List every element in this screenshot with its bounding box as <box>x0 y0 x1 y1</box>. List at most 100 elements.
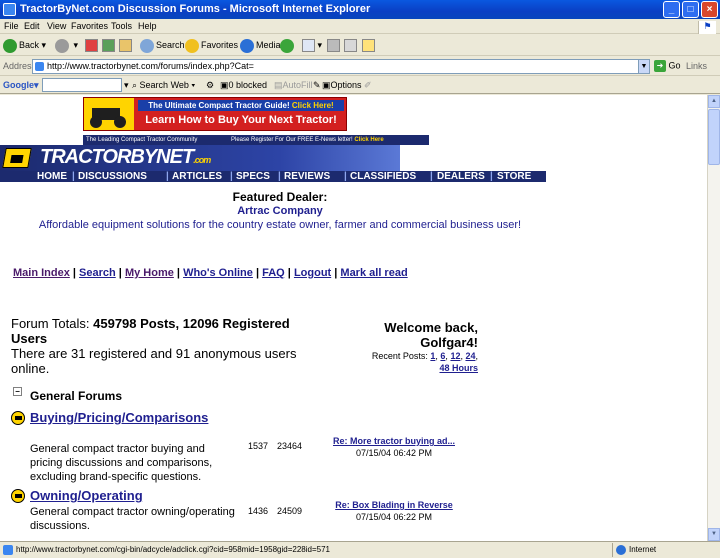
forum-posts-buying: 23464 <box>277 441 303 451</box>
search-button[interactable]: Search <box>140 37 185 53</box>
forum-threads-owning: 1436 <box>248 506 269 516</box>
history-icon <box>280 38 294 53</box>
nav-specs[interactable]: SPECS <box>236 171 270 182</box>
page-icon <box>35 62 44 71</box>
scroll-up-icon[interactable]: ▲ <box>708 95 720 108</box>
refresh-button[interactable] <box>102 37 115 53</box>
faq-link[interactable]: FAQ <box>262 267 285 279</box>
media-icon <box>240 38 254 53</box>
logout-link[interactable]: Logout <box>294 267 331 279</box>
popup-blocked-button[interactable]: ▣0 blocked <box>220 79 267 92</box>
main-index-link[interactable]: Main Index <box>13 267 70 279</box>
options-button[interactable]: ▣Options <box>322 79 362 92</box>
recent-12-link[interactable]: 12 <box>450 351 460 361</box>
edit-button[interactable] <box>344 37 357 53</box>
scroll-down-icon[interactable]: ▼ <box>708 528 720 541</box>
edit-icon <box>344 39 357 53</box>
last-post-link-owning[interactable]: Re: Box Blading in Reverse <box>335 500 453 510</box>
whos-online-link[interactable]: Who's Online <box>183 267 253 279</box>
forum-desc-owning: General compact tractor owning/operating… <box>30 506 235 532</box>
menu-favorites[interactable]: Favorites <box>71 21 108 31</box>
menu-edit[interactable]: Edit <box>24 21 40 31</box>
note-icon <box>362 39 375 53</box>
pencil-icon: ✐ <box>364 80 372 90</box>
mail-button[interactable]: ▾ <box>302 37 322 53</box>
search-web-button[interactable]: ⌕ Search Web ▾ <box>132 79 195 92</box>
recent-48-link[interactable]: 48 Hours <box>439 363 478 373</box>
mark-all-read-link[interactable]: Mark all read <box>340 267 407 279</box>
nav-articles[interactable]: ARTICLES <box>172 171 222 182</box>
forum-threads-buying: 1537 <box>248 441 269 451</box>
close-button[interactable]: × <box>701 1 718 18</box>
history-button[interactable] <box>280 37 296 53</box>
links-toolbar[interactable]: Links <box>686 61 707 71</box>
recent-6-link[interactable]: 6 <box>440 351 445 361</box>
address-dropdown-icon[interactable]: ▼ <box>638 59 650 74</box>
section-general-forums: − General Forums <box>13 387 122 403</box>
page-content: The Ultimate Compact Tractor Guide! Clic… <box>0 95 707 541</box>
address-input[interactable]: http://www.tractorbynet.com/forums/index… <box>32 59 650 74</box>
standard-toolbar: Back ▾ ▾ Search Favorites Media ▾ <box>0 34 720 56</box>
featured-dealer-name[interactable]: Artrac Company <box>0 205 560 217</box>
highlight-icon[interactable]: ✎ <box>313 79 321 92</box>
featured-dealer-heading: Featured Dealer: <box>232 190 328 204</box>
stop-icon <box>85 39 98 53</box>
forum-folder-icon <box>11 489 25 503</box>
forward-arrow-icon <box>55 38 69 53</box>
nav-store[interactable]: STORE <box>497 171 531 182</box>
minimize-button[interactable]: _ <box>663 1 680 18</box>
main-nav: HOME | DISCUSSIONS | ARTICLES | SPECS | … <box>0 171 546 182</box>
media-button[interactable]: Media <box>240 37 281 53</box>
star-icon <box>185 38 199 53</box>
ad-banner[interactable]: The Ultimate Compact Tractor Guide! Clic… <box>83 97 347 131</box>
go-button[interactable]: ➜ Go <box>654 60 681 72</box>
menu-bar: File Edit View Favorites Tools Help ⚑ <box>0 19 720 36</box>
favorites-button[interactable]: Favorites <box>185 37 238 53</box>
scroll-thumb[interactable] <box>708 109 720 165</box>
autofill-button[interactable]: ▤AutoFill <box>274 79 313 92</box>
google-logo[interactable]: Google▾ <box>3 79 39 92</box>
nav-home[interactable]: HOME <box>37 171 67 182</box>
nav-classifieds[interactable]: CLASSIFIEDS <box>350 171 416 182</box>
search-link[interactable]: Search <box>79 267 116 279</box>
pagerank-icon[interactable]: ⚙ <box>206 79 214 92</box>
print-button[interactable] <box>327 37 340 53</box>
site-tagline: The Leading Compact Tractor Community Pl… <box>83 135 429 145</box>
last-post-link-buying[interactable]: Re: More tractor buying ad... <box>333 436 455 446</box>
google-search-input[interactable] <box>42 78 122 92</box>
google-dropdown-icon[interactable]: ▾ <box>124 79 129 92</box>
ie-window: TractorByNet.com Discussion Forums - Mic… <box>0 0 720 558</box>
forward-button[interactable]: ▾ <box>55 37 78 53</box>
messenger-button[interactable] <box>362 37 375 53</box>
my-home-link[interactable]: My Home <box>125 267 174 279</box>
site-header: TRACTORBYNET.com <box>0 145 400 171</box>
recent-1-link[interactable]: 1 <box>430 351 435 361</box>
tractor-icon <box>84 98 134 130</box>
menu-file[interactable]: File <box>4 21 19 31</box>
back-button[interactable]: Back ▾ <box>3 37 46 53</box>
nav-reviews[interactable]: REVIEWS <box>284 171 330 182</box>
forum-posts-owning: 24509 <box>277 506 303 516</box>
forum-last-post-buying: Re: More tractor buying ad... 07/15/04 0… <box>332 436 455 458</box>
nav-discussions[interactable]: DISCUSSIONS <box>78 171 147 182</box>
menu-help[interactable]: Help <box>138 21 157 31</box>
site-logo[interactable]: TRACTORBYNET.com <box>40 146 211 169</box>
status-text: http://www.tractorbynet.com/cgi-bin/adcy… <box>16 545 330 554</box>
vertical-scrollbar[interactable]: ▲ ▼ <box>707 95 720 541</box>
home-button[interactable] <box>119 37 132 53</box>
status-bar: http://www.tractorbynet.com/cgi-bin/adcy… <box>0 541 720 558</box>
address-bar: Address http://www.tractorbynet.com/foru… <box>0 57 720 76</box>
mail-icon <box>302 39 315 53</box>
newsletter-link[interactable]: Please Register For Our FREE E-News lett… <box>231 135 384 145</box>
forum-title-owning[interactable]: Owning/Operating <box>30 488 143 503</box>
maximize-button[interactable]: □ <box>682 1 699 18</box>
nav-dealers[interactable]: DEALERS <box>437 171 485 182</box>
menu-tools[interactable]: Tools <box>111 21 132 31</box>
menu-view[interactable]: View <box>47 21 66 31</box>
collapse-toggle[interactable]: − <box>13 387 22 396</box>
ie-app-icon <box>3 3 16 16</box>
stop-button[interactable] <box>85 37 98 53</box>
forum-title-buying[interactable]: Buying/Pricing/Comparisons <box>30 410 208 425</box>
recent-24-link[interactable]: 24 <box>465 351 475 361</box>
status-page-icon <box>3 545 13 555</box>
